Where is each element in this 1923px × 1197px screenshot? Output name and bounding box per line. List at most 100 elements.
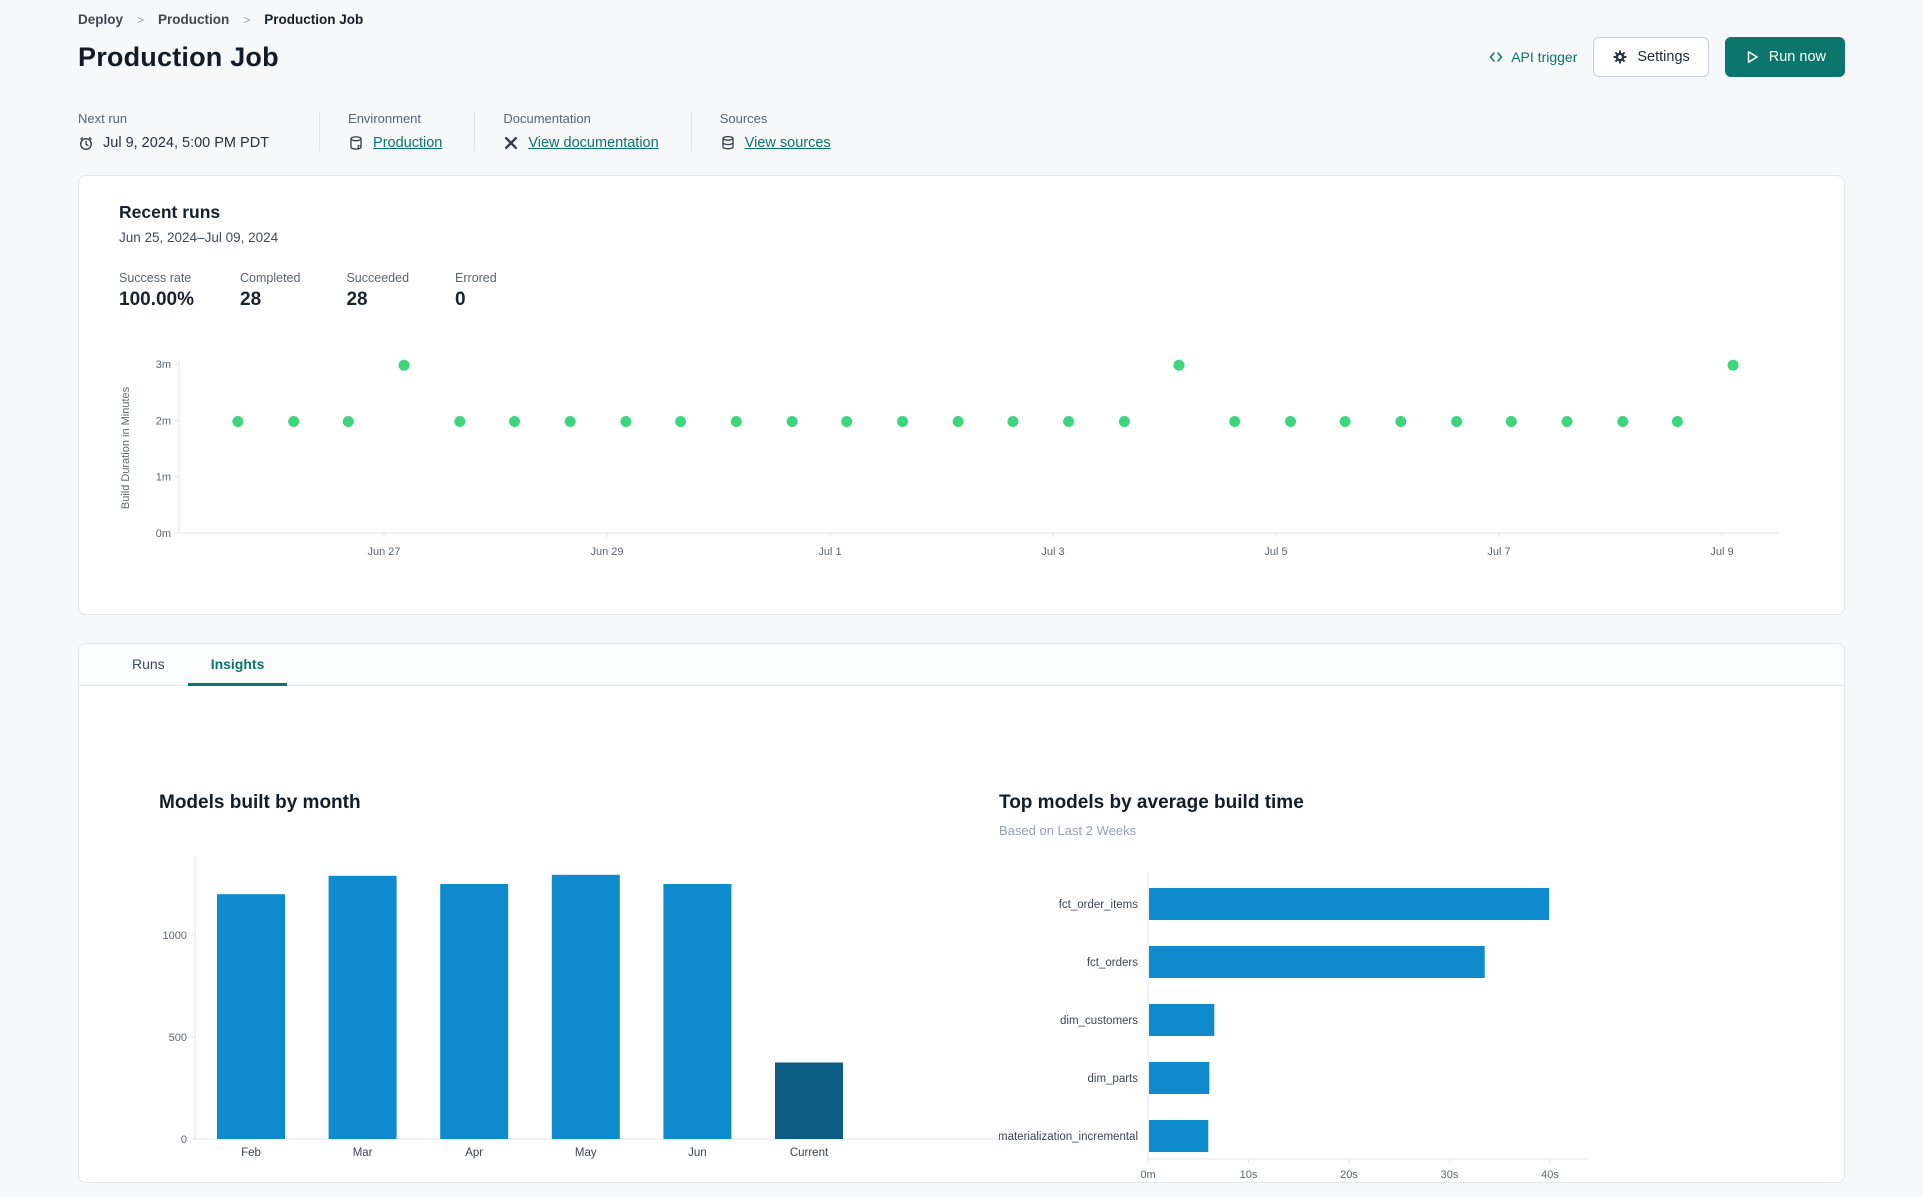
build-duration-chart: 0m 1m 2m 3m Jun 27 Jun 29 Jul 1 Jul 3 Jul 5 Jul 7… xyxy=(120,359,1779,558)
svg-text:1000: 1000 xyxy=(163,930,187,942)
svg-text:Current: Current xyxy=(790,1147,829,1159)
run-duration-point[interactable] xyxy=(1395,416,1407,427)
model-build-time-bar[interactable] xyxy=(1149,1120,1209,1152)
run-duration-point[interactable] xyxy=(1007,416,1019,427)
job-detail-panel: Runs Insights Models built by month 0 500… xyxy=(78,643,1845,1183)
top-models-subtitle: Based on Last 2 Weeks xyxy=(999,823,1137,838)
run-duration-point[interactable] xyxy=(1173,359,1185,371)
recent-runs-title: Recent runs xyxy=(119,202,221,222)
insights-content: Models built by month 0 500 1000 Feb Mar Apr M… xyxy=(79,686,1844,1182)
month-bar[interactable] xyxy=(217,894,285,1139)
run-duration-point[interactable] xyxy=(841,416,853,427)
settings-button[interactable]: Settings xyxy=(1593,37,1709,77)
meta-documentation: Documentation View documentation xyxy=(474,111,690,151)
run-duration-point[interactable] xyxy=(509,416,520,427)
models-by-month-title: Models built by month xyxy=(159,792,361,813)
play-icon xyxy=(1747,51,1758,63)
run-duration-point[interactable] xyxy=(786,416,798,427)
run-duration-point[interactable] xyxy=(1339,416,1351,427)
meta-label: Environment xyxy=(348,111,422,126)
dbt-docs-icon xyxy=(505,137,518,149)
job-meta-row: Next run Jul 9, 2024, 5:00 PM PDT Enviro… xyxy=(78,111,1845,151)
run-duration-point[interactable] xyxy=(1561,416,1573,427)
run-duration-point[interactable] xyxy=(897,416,908,427)
meta-label: Documentation xyxy=(503,111,591,126)
header-actions: API trigger Settings Run now xyxy=(1488,37,1845,77)
run-duration-point[interactable] xyxy=(454,416,466,427)
run-duration-point[interactable] xyxy=(1285,416,1296,427)
run-duration-point[interactable] xyxy=(232,416,244,427)
run-duration-point[interactable] xyxy=(1118,416,1130,427)
tab-runs[interactable]: Runs xyxy=(109,644,188,686)
recent-runs-stats: Success rate 100.00% Completed 28 Succee… xyxy=(119,271,1824,311)
breadcrumb-production[interactable]: Production xyxy=(158,12,229,27)
svg-text:Feb: Feb xyxy=(241,1147,261,1159)
run-duration-point[interactable] xyxy=(1451,416,1463,427)
svg-text:Jul 1: Jul 1 xyxy=(818,546,841,558)
month-bar[interactable] xyxy=(328,875,397,1139)
run-duration-point[interactable] xyxy=(1617,416,1629,427)
svg-text:Build Duration in Minutes: Build Duration in Minutes xyxy=(120,386,132,509)
model-build-time-bar[interactable] xyxy=(1149,946,1485,978)
svg-text:May: May xyxy=(575,1147,597,1159)
run-duration-point[interactable] xyxy=(564,416,576,427)
api-trigger-link[interactable]: API trigger xyxy=(1488,49,1577,65)
svg-text:500: 500 xyxy=(169,1032,187,1044)
view-sources-link[interactable]: View sources xyxy=(745,135,831,151)
top-models-title: Top models by average build time xyxy=(999,792,1304,813)
month-bar[interactable] xyxy=(440,884,509,1139)
breadcrumb-separator: > xyxy=(243,12,251,27)
run-duration-point[interactable] xyxy=(675,416,687,427)
breadcrumb-separator: > xyxy=(137,12,145,27)
svg-text:2m: 2m xyxy=(156,415,171,427)
breadcrumb-deploy[interactable]: Deploy xyxy=(78,12,123,27)
sources-database-icon xyxy=(722,135,734,150)
stat-success-rate: Success rate 100.00% xyxy=(119,271,195,310)
meta-next-run: Next run Jul 9, 2024, 5:00 PM PDT xyxy=(78,111,319,151)
month-bar[interactable] xyxy=(663,884,732,1139)
svg-text:0: 0 xyxy=(181,1134,187,1146)
clock-icon xyxy=(79,137,93,151)
svg-text:20s: 20s xyxy=(1340,1169,1358,1181)
svg-text:Jul 9: Jul 9 xyxy=(1710,546,1733,558)
run-duration-point[interactable] xyxy=(1229,416,1241,427)
run-duration-point[interactable] xyxy=(288,416,300,427)
svg-text:Jul 3: Jul 3 xyxy=(1041,546,1064,558)
svg-text:Jun 29: Jun 29 xyxy=(590,546,623,558)
svg-text:fct_order_items: fct_order_items xyxy=(1059,899,1139,911)
production-job-page: Deploy > Production > Production Job Pro… xyxy=(0,0,1923,1183)
run-duration-point[interactable] xyxy=(620,416,632,427)
model-build-time-bar[interactable] xyxy=(1149,888,1549,920)
top-models-block: Top models by average build time Based o… xyxy=(999,792,1659,1182)
breadcrumb-production-job: Production Job xyxy=(264,12,364,27)
view-documentation-link[interactable]: View documentation xyxy=(528,135,658,151)
month-bar[interactable] xyxy=(551,874,620,1139)
run-now-button[interactable]: Run now xyxy=(1724,37,1845,77)
svg-text:0m: 0m xyxy=(156,528,171,540)
tab-insights[interactable]: Insights xyxy=(187,644,288,686)
tab-bar: Runs Insights xyxy=(79,644,1844,686)
svg-text:materialization_incremental: materialization_incremental xyxy=(999,1131,1138,1143)
top-models-chart: 0m 10s 20s 30s 40s fct_order_items fct_ordersd… xyxy=(999,872,1589,1181)
svg-text:30s: 30s xyxy=(1441,1169,1459,1181)
breadcrumb: Deploy > Production > Production Job xyxy=(78,12,1845,27)
stat-completed: Completed 28 xyxy=(240,271,301,310)
run-duration-point[interactable] xyxy=(1063,416,1075,427)
run-duration-point[interactable] xyxy=(1671,416,1683,427)
models-by-month-block: Models built by month 0 500 1000 Feb Mar Apr M… xyxy=(159,792,1069,1169)
model-build-time-bar[interactable] xyxy=(1149,1062,1210,1094)
recent-runs-date-range: Jun 25, 2024–Jul 09, 2024 xyxy=(119,230,279,245)
environment-link[interactable]: Production xyxy=(373,135,442,151)
svg-text:Mar: Mar xyxy=(353,1147,373,1159)
svg-text:fct_orders: fct_orders xyxy=(1087,957,1138,969)
svg-text:10s: 10s xyxy=(1240,1169,1258,1181)
run-duration-point[interactable] xyxy=(730,416,742,427)
run-duration-point[interactable] xyxy=(952,416,964,427)
run-duration-point[interactable] xyxy=(1727,359,1739,371)
month-bar[interactable] xyxy=(775,1062,843,1140)
svg-text:dim_parts: dim_parts xyxy=(1088,1073,1139,1085)
run-duration-point[interactable] xyxy=(1505,416,1517,427)
run-duration-point[interactable] xyxy=(398,359,410,371)
run-duration-point[interactable] xyxy=(342,416,354,427)
model-build-time-bar[interactable] xyxy=(1149,1004,1215,1036)
